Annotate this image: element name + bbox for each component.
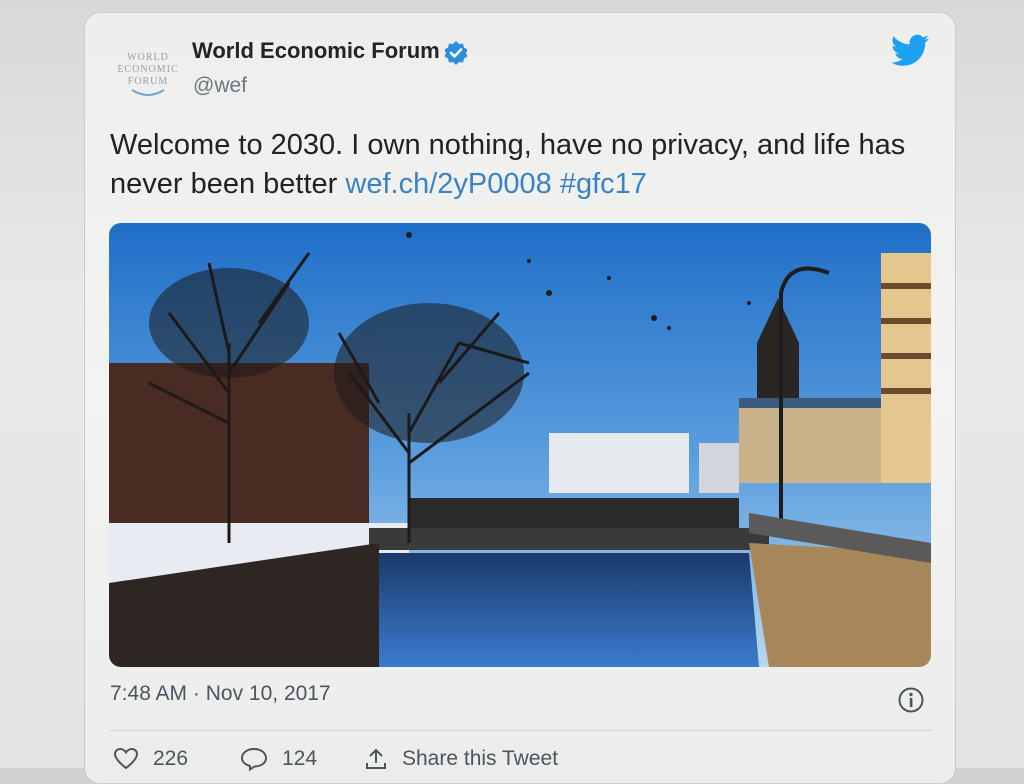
timestamp-separator: ·	[187, 682, 206, 705]
tweet-link[interactable]: wef.ch/2yP0008	[345, 168, 551, 200]
verified-badge-icon	[444, 41, 468, 65]
info-icon[interactable]	[897, 686, 925, 714]
screen: WORLD ECONOMIC FORUM World Economic Foru…	[0, 0, 1024, 784]
share-button[interactable]: Share this Tweet	[364, 744, 558, 774]
like-button[interactable]: 226	[113, 744, 188, 774]
reply-button[interactable]: 124	[240, 744, 317, 774]
tweet-hashtag[interactable]: #gfc17	[560, 168, 647, 200]
action-divider	[110, 730, 932, 731]
like-count: 226	[153, 747, 189, 770]
logo-text-line-1: WORLD	[127, 52, 169, 63]
tweet-text: Welcome to 2030. I own nothing, have no …	[110, 126, 940, 204]
logo-text-line-2: ECONOMIC	[117, 64, 178, 75]
wef-logo-avatar[interactable]: WORLD ECONOMIC FORUM	[110, 46, 186, 100]
logo-text-line-3: FORUM	[128, 76, 169, 87]
author-name[interactable]: World Economic Forum	[192, 38, 440, 64]
tweet-date: Nov 10, 2017	[205, 682, 331, 705]
tweet-time: 7:48 AM	[110, 682, 188, 705]
tweet-timestamp[interactable]: 7:48 AM · Nov 10, 2017	[110, 682, 331, 706]
share-label: Share this Tweet	[402, 747, 559, 770]
share-arrow-icon	[366, 748, 386, 769]
speech-bubble-icon	[240, 747, 268, 771]
reply-count: 124	[282, 747, 318, 770]
twitter-bird-icon[interactable]	[890, 34, 930, 68]
author-handle[interactable]: @wef	[193, 74, 247, 98]
heart-icon	[113, 747, 139, 770]
tweet-photo[interactable]	[109, 223, 931, 667]
